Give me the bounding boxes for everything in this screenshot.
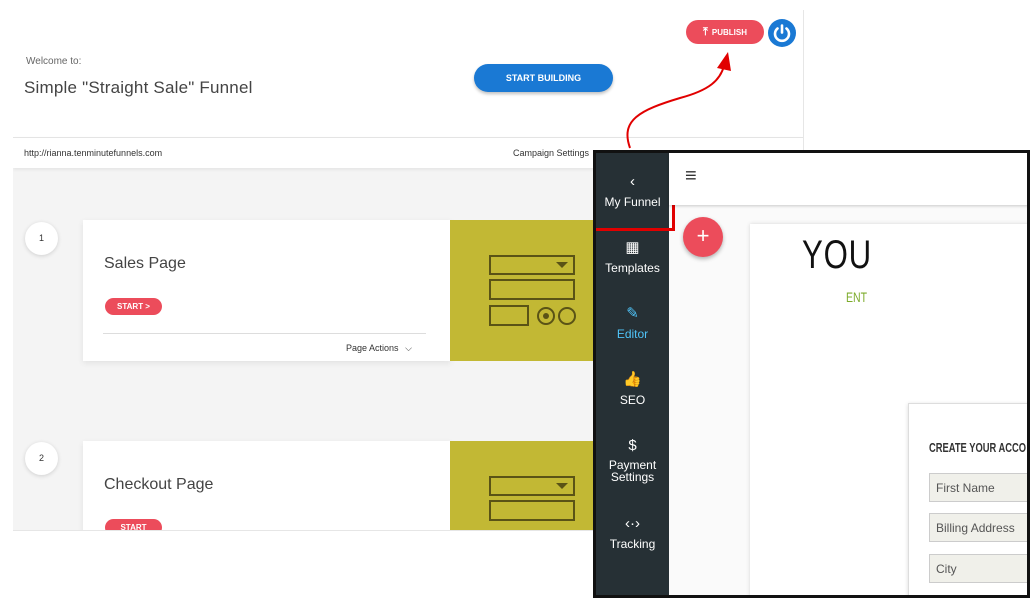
funnel-url[interactable]: http://rianna.tenminutefunnels.com bbox=[24, 148, 162, 158]
campaign-settings-link[interactable]: Campaign Settings bbox=[513, 148, 589, 158]
sidebar-item-label: SEO bbox=[619, 393, 646, 407]
start-building-button[interactable]: START BUILDING bbox=[474, 64, 613, 92]
sales-page-thumbnail[interactable] bbox=[450, 220, 610, 361]
sidebar-item-label: Payment Settings bbox=[608, 458, 657, 484]
hero-subheadline[interactable]: ENT bbox=[846, 289, 867, 305]
sidebar-item-templates[interactable]: ▦ Templates bbox=[596, 239, 669, 275]
sidebar-item-label: Editor bbox=[616, 327, 649, 341]
pencil-icon: ✎ bbox=[626, 305, 639, 322]
divider bbox=[103, 333, 426, 334]
sidebar-item-payment-settings[interactable]: $ Payment Settings bbox=[596, 437, 669, 483]
hamburger-menu-icon[interactable]: ≡ bbox=[685, 165, 697, 188]
editor-topbar: ≡ bbox=[669, 153, 1027, 205]
chevron-down-icon: ⌵ bbox=[405, 343, 412, 353]
add-element-button[interactable]: + bbox=[683, 217, 723, 257]
first-name-field[interactable]: First Name bbox=[929, 473, 1027, 502]
city-field[interactable]: City bbox=[929, 554, 1027, 583]
page-actions-label: Page Actions bbox=[346, 343, 399, 353]
sidebar-item-editor[interactable]: ✎ Editor bbox=[596, 305, 669, 341]
checkout-page-thumbnail[interactable] bbox=[450, 441, 610, 530]
checkout-page-card: Checkout Page START bbox=[83, 441, 451, 530]
sidebar-item-label: Templates bbox=[605, 261, 660, 275]
sales-page-card: Sales Page START > Page Actions ⌵ bbox=[83, 220, 451, 361]
editor-window: ‹ My Funnel ▦ Templates ✎ Editor 👍 SEO $… bbox=[593, 150, 1030, 598]
hero-headline[interactable]: YOU bbox=[802, 233, 872, 278]
page-actions-menu[interactable]: Page Actions ⌵ bbox=[346, 343, 412, 354]
sidebar-item-tracking[interactable]: ‹·› Tracking bbox=[596, 515, 669, 551]
step-number: 1 bbox=[25, 222, 58, 255]
welcome-label: Welcome to: bbox=[26, 56, 82, 67]
page-name: Sales Page bbox=[104, 255, 186, 272]
power-icon bbox=[773, 24, 791, 43]
plus-icon: + bbox=[696, 223, 710, 248]
thumbs-up-icon: 👍 bbox=[623, 371, 642, 388]
page-layout-icon bbox=[489, 476, 575, 521]
account-form: CREATE YOUR ACCO First Name Billing Addr… bbox=[908, 403, 1027, 595]
code-icon: ‹·› bbox=[625, 515, 640, 532]
page-name: Checkout Page bbox=[104, 476, 214, 493]
highlight-box bbox=[596, 153, 675, 231]
billing-address-field[interactable]: Billing Address bbox=[929, 513, 1027, 542]
page-layout-icon bbox=[489, 255, 576, 326]
funnel-title: Simple "Straight Sale" Funnel bbox=[24, 78, 253, 97]
dollar-icon: $ bbox=[628, 437, 637, 454]
power-button[interactable] bbox=[768, 19, 796, 47]
upload-icon: ⤒ bbox=[703, 26, 708, 38]
annotation-arrow bbox=[626, 52, 731, 149]
sidebar-item-seo[interactable]: 👍 SEO bbox=[596, 371, 669, 407]
publish-label: PUBLISH bbox=[711, 28, 747, 37]
sidebar-item-label: Tracking bbox=[609, 537, 656, 551]
grid-icon: ▦ bbox=[625, 239, 640, 256]
start-button[interactable]: START > bbox=[105, 298, 162, 315]
step-number: 2 bbox=[25, 442, 58, 475]
form-heading: CREATE YOUR ACCO bbox=[929, 440, 1027, 455]
start-button[interactable]: START bbox=[105, 519, 162, 530]
